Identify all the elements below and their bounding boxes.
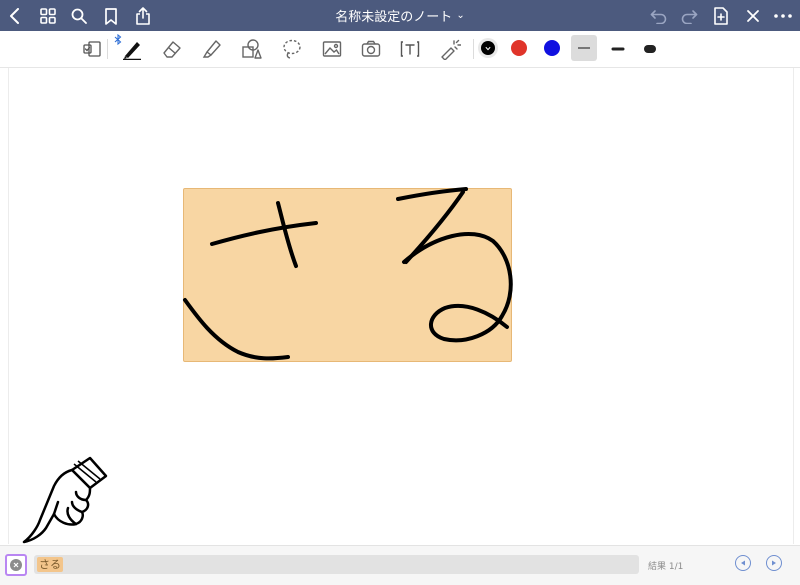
search-query: さる [37, 557, 63, 572]
previous-result-button[interactable] [735, 555, 751, 571]
triangle-left-icon [741, 560, 745, 566]
clear-search-button[interactable] [5, 554, 27, 576]
search-result-count: 結果 1/1 [648, 562, 684, 572]
close-circle-icon [10, 559, 22, 571]
handwriting-strokes [183, 187, 513, 361]
search-bar: さる 結果 1/1 [0, 545, 800, 585]
pointing-hand-icon [22, 456, 108, 544]
triangle-right-icon [772, 560, 776, 566]
next-result-button[interactable] [766, 555, 782, 571]
search-input[interactable]: さる [34, 555, 639, 574]
